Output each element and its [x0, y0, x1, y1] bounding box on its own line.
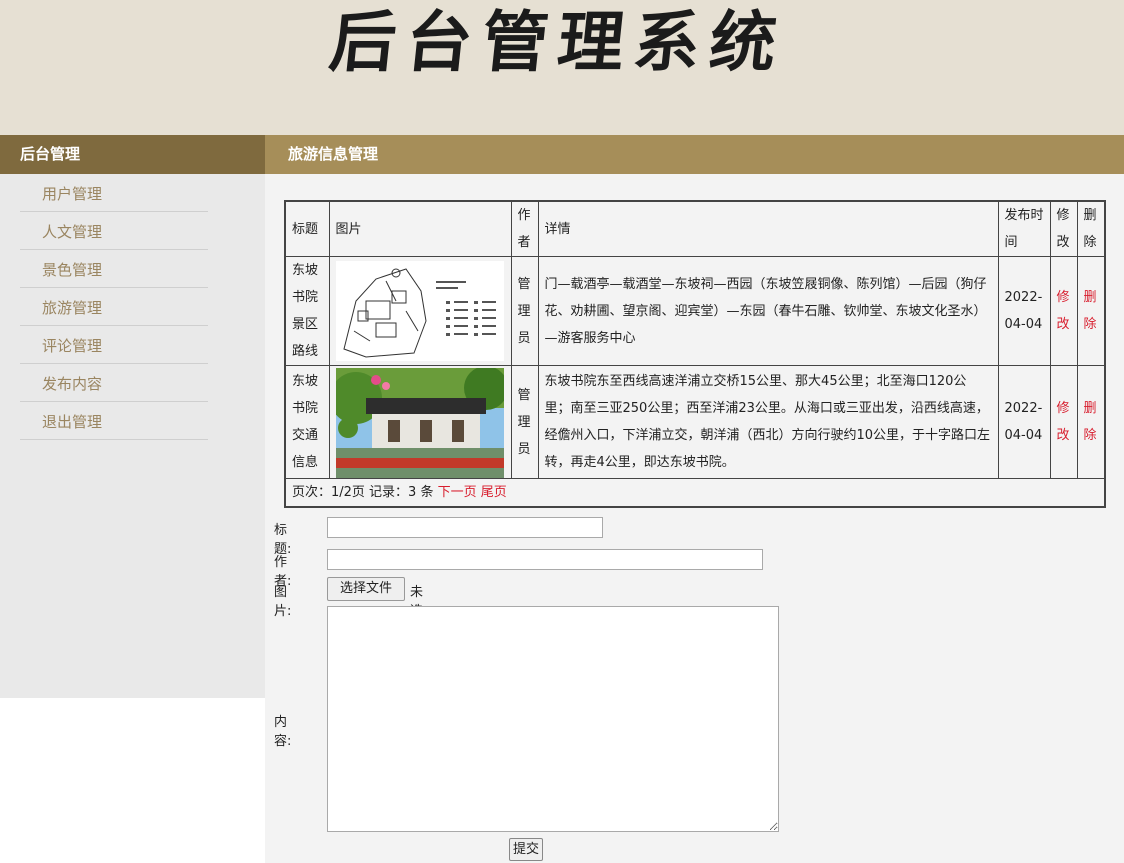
sidebar-heading: 后台管理	[0, 135, 265, 174]
row-details: 东坡书院东至西线高速洋浦立交桥15公里、那大45公里；北至海口120公里；南至三…	[537, 365, 999, 479]
sidebar-item-comments[interactable]: 评论管理	[20, 326, 208, 364]
pager: 页次：1/2页 记录：3 条 下一页 尾页	[284, 478, 1106, 508]
row-author: 管理员	[510, 256, 539, 366]
edit-link[interactable]: 修改	[1049, 365, 1078, 479]
site-title: 后台管理系统	[325, 3, 791, 81]
pager-info: 页次：1/2页 记录：3 条	[292, 485, 434, 500]
author-input[interactable]	[327, 549, 763, 570]
header-banner: 后台管理系统	[0, 0, 1124, 135]
row-date: 2022-04-04	[997, 365, 1051, 479]
pager-row: 页次：1/2页 记录：3 条 下一页 尾页	[284, 478, 1106, 508]
column-header: 标题	[284, 200, 330, 257]
sidebar-item-scenery[interactable]: 景色管理	[20, 250, 208, 288]
table-row: 东坡书院交通信息 管理员 东坡书院东至西线高速洋浦立交桥15公里、那大45公里；…	[284, 365, 1106, 479]
choose-file-button[interactable]: 选择文件	[327, 577, 405, 601]
column-header: 详情	[537, 200, 999, 257]
last-page-link[interactable]: 尾页	[481, 485, 507, 500]
delete-link[interactable]: 删除	[1076, 256, 1106, 366]
row-title: 东坡书院景区路线	[284, 256, 330, 366]
edit-link[interactable]: 修改	[1049, 256, 1078, 366]
image-label: 图片:	[274, 585, 292, 619]
next-page-link[interactable]: 下一页	[438, 485, 477, 500]
row-image-cell	[328, 256, 512, 366]
table-row: 东坡书院景区路线 管理员 门—载酒亭—载酒堂—东坡祠—西园（东坡笠屐铜像、陈列馆…	[284, 256, 1106, 366]
main-panel: 旅游信息管理 标题 图片 作者 详情 发布时间 修改 删除 东坡书院景区路线 管…	[265, 135, 1124, 863]
content-textarea[interactable]	[327, 606, 779, 832]
column-header: 图片	[328, 200, 512, 257]
column-header: 发布时间	[997, 200, 1051, 257]
column-header: 删除	[1076, 200, 1106, 257]
column-header: 修改	[1049, 200, 1078, 257]
sidebar-item-users[interactable]: 用户管理	[20, 174, 208, 212]
map-thumbnail-image	[335, 261, 504, 361]
content-label: 内容:	[274, 715, 292, 749]
row-details: 门—载酒亭—载酒堂—东坡祠—西园（东坡笠屐铜像、陈列馆）—后园（狗仔花、劝耕圃、…	[537, 256, 999, 366]
row-date: 2022-04-04	[997, 256, 1051, 366]
sidebar-item-culture[interactable]: 人文管理	[20, 212, 208, 250]
travel-table: 标题 图片 作者 详情 发布时间 修改 删除 东坡书院景区路线 管理员 门—载酒…	[284, 200, 1106, 508]
title-input[interactable]	[327, 517, 603, 538]
page-title: 旅游信息管理	[265, 135, 1124, 174]
column-header: 作者	[510, 200, 539, 257]
row-image-cell	[328, 365, 512, 479]
delete-link[interactable]: 删除	[1076, 365, 1106, 479]
row-title: 东坡书院交通信息	[284, 365, 330, 479]
row-author: 管理员	[510, 365, 539, 479]
sidebar-item-logout[interactable]: 退出管理	[20, 402, 208, 440]
sidebar-item-publish[interactable]: 发布内容	[20, 364, 208, 402]
garden-photo-image	[335, 368, 504, 478]
submit-button[interactable]: 提交	[509, 838, 543, 861]
sidebar-item-travel[interactable]: 旅游管理	[20, 288, 208, 326]
table-header-row: 标题 图片 作者 详情 发布时间 修改 删除	[284, 200, 1106, 257]
sidebar: 后台管理 用户管理 人文管理 景色管理 旅游管理 评论管理 发布内容 退出管理	[0, 135, 265, 698]
